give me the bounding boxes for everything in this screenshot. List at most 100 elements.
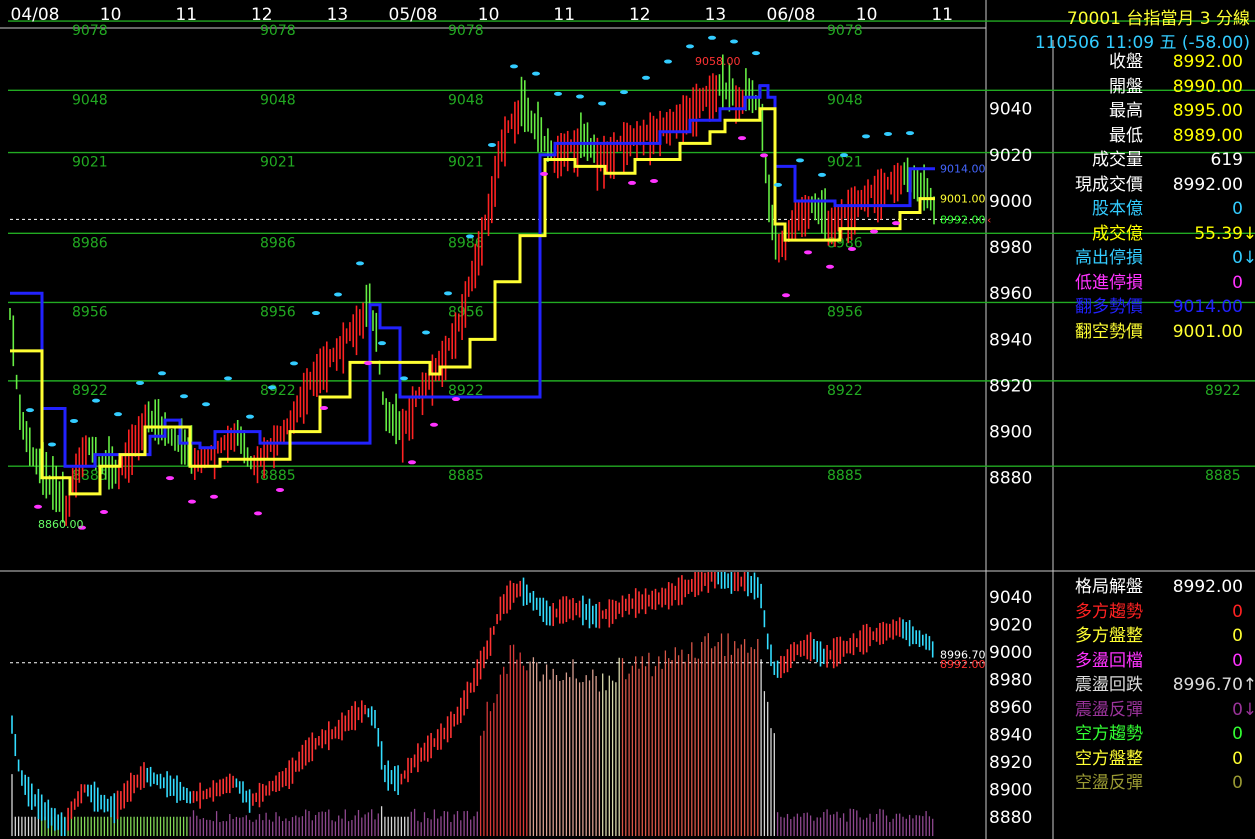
level-label: 9048 — [260, 92, 296, 108]
panel-value: 0 — [1232, 601, 1243, 622]
price-annotation: 8860.00 — [38, 518, 84, 531]
panel-label: 空方趨勢 — [1075, 724, 1143, 744]
high-marker — [422, 330, 430, 335]
panel-row: 震盪反彈 0 ↓ — [1058, 698, 1255, 722]
panel-value: 8992.00 — [1172, 174, 1243, 195]
high-marker — [664, 59, 672, 64]
level-label: 8956 — [72, 304, 108, 320]
x-tick-label: 11 — [931, 5, 953, 25]
level-label: 8922 — [827, 383, 863, 399]
price-annotation: 9014.00 — [940, 163, 986, 176]
y-tick-label: 8940 — [989, 330, 1032, 350]
high-marker — [158, 371, 166, 376]
panel-value: 0 — [1232, 650, 1243, 671]
high-marker — [224, 376, 232, 381]
x-tick-label: 12 — [251, 5, 273, 25]
high-marker — [114, 412, 122, 417]
level-label: 8922 — [72, 383, 108, 399]
x-tick-label: 10 — [100, 5, 122, 25]
panel-label: 空盪反彈 — [1075, 773, 1143, 793]
panel-row: 格局解盤 8992.00 — [1058, 575, 1255, 599]
low-marker — [100, 510, 108, 515]
low-marker — [738, 136, 746, 141]
panel-label: 翻多勢價 — [1075, 297, 1143, 317]
pattern-candles — [11, 572, 934, 836]
level-label: 9078 — [72, 23, 108, 39]
level-label: 8986 — [72, 235, 108, 251]
high-marker — [598, 101, 606, 106]
panel-value: 8989.00 — [1172, 125, 1243, 146]
panel-row: 翻多勢價 9014.00 — [1058, 295, 1255, 319]
x-tick-label: 04/08 — [11, 5, 60, 25]
x-tick-label: 05/08 — [389, 5, 438, 25]
level-label: 9048 — [448, 92, 484, 108]
price-annotation: 8992.00 — [940, 658, 986, 671]
low-marker — [320, 405, 328, 410]
panel-row: 翻空勢價 9001.00 — [1058, 320, 1255, 344]
panel-value: 0 — [1232, 748, 1243, 769]
y-tick-label: 8920 — [989, 753, 1032, 773]
panel-value: 0 — [1232, 272, 1243, 293]
panel-label: 低進停損 — [1075, 272, 1143, 293]
low-marker — [188, 499, 196, 504]
panel-label: 多盪回檔 — [1075, 650, 1143, 671]
high-marker — [752, 51, 760, 56]
left-arrow-icon: ‹ — [987, 213, 991, 226]
panel-value: 0 — [1232, 773, 1243, 793]
panel-row: 成交量 619 — [1058, 148, 1255, 172]
y-tick-label: 9020 — [989, 615, 1032, 635]
panel-row: 最高 8995.00 — [1058, 99, 1255, 123]
high-marker — [730, 39, 738, 44]
high-marker — [334, 292, 342, 297]
high-marker — [686, 44, 694, 49]
panel-value: 0 — [1232, 199, 1243, 219]
arrow-down-icon: ↓ — [1242, 248, 1255, 268]
level-label: 9048 — [827, 92, 863, 108]
y-tick-label: 9040 — [989, 588, 1032, 608]
high-marker — [708, 35, 716, 40]
panel-label: 最高 — [1109, 101, 1143, 121]
panel-label: 多方趨勢 — [1075, 601, 1143, 622]
high-marker — [400, 376, 408, 381]
y-tick-label: 9000 — [989, 643, 1032, 663]
low-marker — [364, 361, 372, 366]
panel-value: 8995.00 — [1172, 101, 1243, 121]
y-tick-label: 9000 — [989, 192, 1032, 212]
high-marker — [884, 131, 892, 136]
panel-row: 震盪回跌 8996.70 ↑ — [1058, 673, 1255, 697]
panel-label: 收盤 — [1109, 52, 1143, 72]
y-tick-label: 8960 — [989, 284, 1032, 304]
high-marker — [642, 75, 650, 80]
low-marker — [870, 229, 878, 234]
low-marker — [540, 171, 548, 176]
low-marker — [276, 487, 284, 492]
panel-label: 空方盤整 — [1075, 748, 1143, 769]
arrow-up-icon: ↑ — [1242, 675, 1255, 695]
arrow-down-icon: ↓ — [1242, 699, 1255, 720]
panel-row: 高出停損 0 ↓ — [1058, 246, 1255, 270]
low-marker — [452, 397, 460, 402]
panel-row: 股本億 0 — [1058, 197, 1255, 221]
level-label: 9021 — [72, 155, 108, 171]
panel-row: 收盤 8992.00 — [1058, 50, 1255, 74]
low-marker — [892, 221, 900, 226]
level-label: 8922 — [1205, 383, 1241, 399]
high-marker — [70, 418, 78, 423]
pattern-bars — [11, 633, 934, 836]
high-marker — [356, 261, 364, 266]
high-marker — [290, 361, 298, 366]
level-label: 8885 — [827, 468, 863, 484]
panel-label: 多方盤整 — [1075, 626, 1143, 646]
low-marker — [848, 246, 856, 251]
high-marker — [312, 311, 320, 316]
level-label: 8885 — [1205, 468, 1241, 484]
signal-markers — [26, 35, 914, 530]
y-tick-label: 8880 — [989, 469, 1032, 489]
x-tick-label: 12 — [629, 5, 651, 25]
y-tick-label: 8920 — [989, 376, 1032, 396]
arrow-down-icon: ↓ — [1242, 223, 1255, 244]
high-marker — [268, 385, 276, 390]
low-marker — [254, 511, 262, 516]
level-label: 8922 — [260, 383, 296, 399]
panel-label: 最低 — [1109, 125, 1143, 146]
